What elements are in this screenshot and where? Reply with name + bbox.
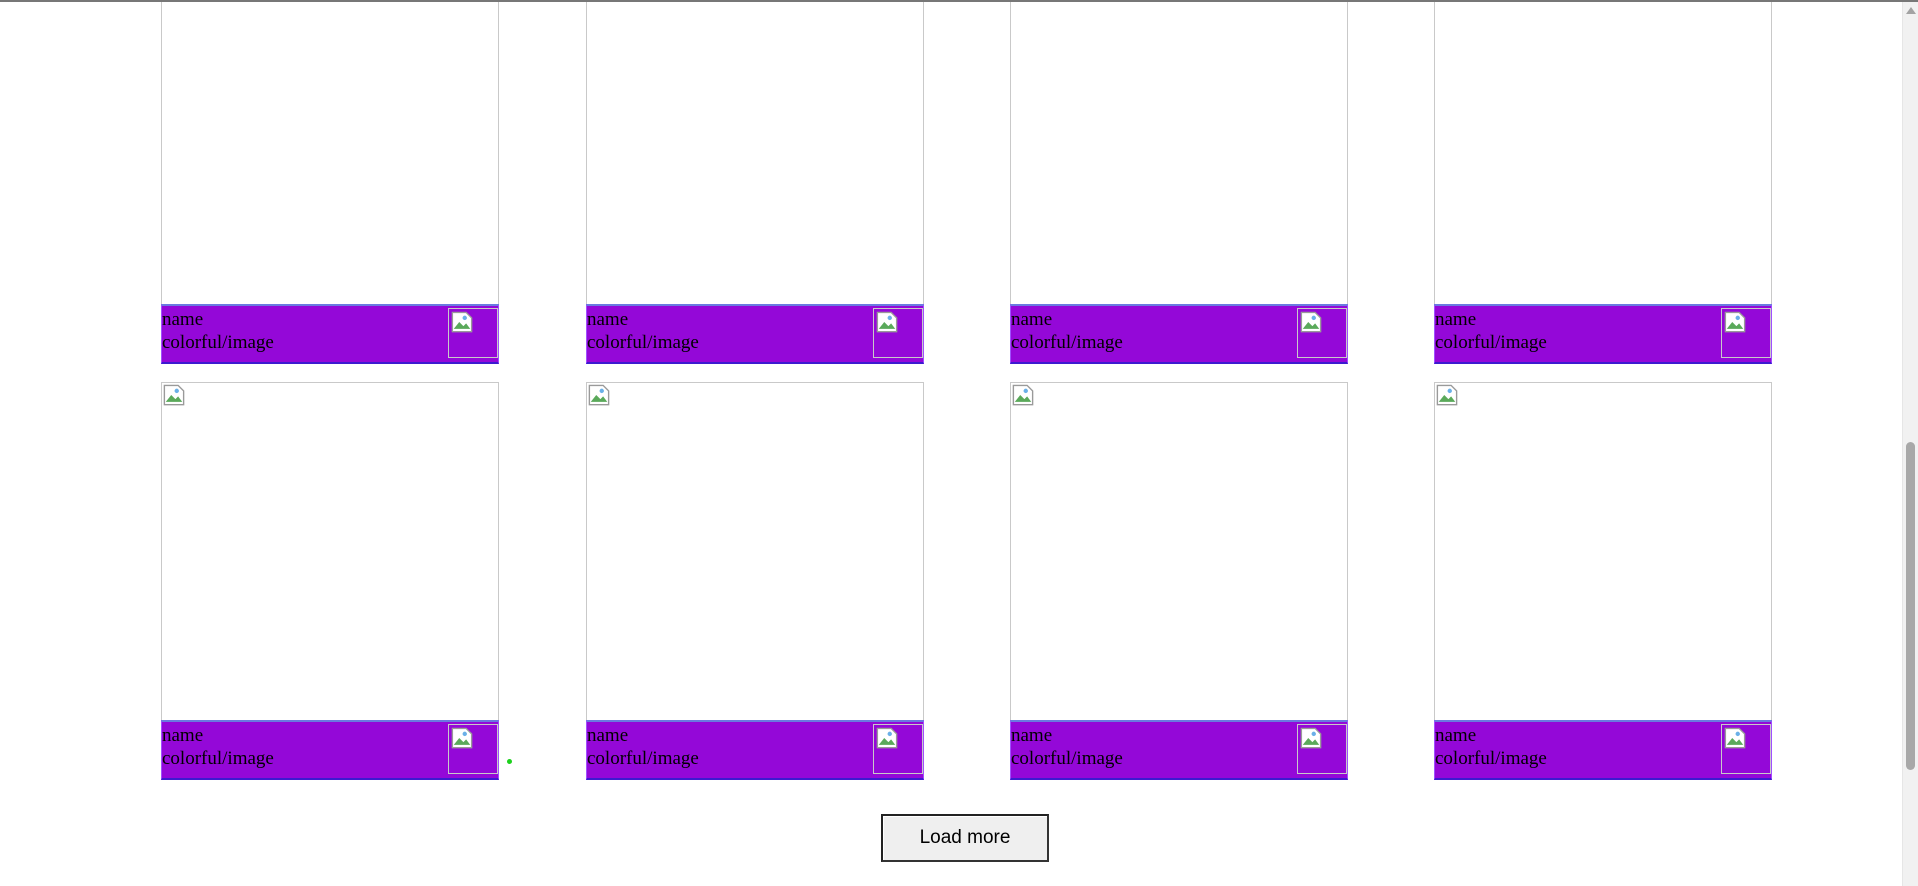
card-name: name <box>587 309 629 330</box>
card-image[interactable] <box>1434 382 1772 720</box>
card-image[interactable] <box>586 382 924 720</box>
card-footer: name colorful/image <box>161 304 499 364</box>
card-caption: name colorful/image <box>1435 724 1547 770</box>
scroll-up-arrow-icon[interactable] <box>1906 7 1916 14</box>
card-path: colorful/image <box>1435 332 1547 353</box>
card-thumbnail[interactable] <box>448 724 498 774</box>
card-thumbnail[interactable] <box>1297 308 1347 358</box>
card-caption: name colorful/image <box>162 308 274 354</box>
card-name: name <box>1435 309 1477 330</box>
card-image[interactable] <box>161 2 499 304</box>
card-thumbnail[interactable] <box>1721 724 1771 774</box>
card-path: colorful/image <box>587 748 699 769</box>
image-card[interactable]: name colorful/image <box>586 382 924 780</box>
card-name: name <box>162 309 204 330</box>
card-path: colorful/image <box>1011 332 1123 353</box>
card-caption: name colorful/image <box>1011 308 1123 354</box>
broken-image-icon <box>451 311 473 333</box>
gallery-row-1: name colorful/image name colorful/image <box>0 2 1902 384</box>
card-footer: name colorful/image <box>1010 304 1348 364</box>
broken-image-icon <box>1724 311 1746 333</box>
card-path: colorful/image <box>1435 748 1547 769</box>
broken-image-icon <box>876 311 898 333</box>
card-image[interactable] <box>1010 2 1348 304</box>
card-footer: name colorful/image <box>586 720 924 780</box>
card-image[interactable] <box>161 382 499 720</box>
image-card[interactable]: name colorful/image <box>1434 382 1772 780</box>
broken-image-icon <box>1012 384 1034 406</box>
card-image[interactable] <box>1010 382 1348 720</box>
card-caption: name colorful/image <box>587 724 699 770</box>
broken-image-icon <box>1300 311 1322 333</box>
image-card[interactable]: name colorful/image <box>161 382 499 780</box>
card-thumbnail[interactable] <box>873 308 923 358</box>
card-name: name <box>162 725 204 746</box>
card-name: name <box>1011 725 1053 746</box>
card-footer: name colorful/image <box>161 720 499 780</box>
image-card[interactable]: name colorful/image <box>1434 2 1772 364</box>
broken-image-icon <box>876 727 898 749</box>
broken-image-icon <box>1436 384 1458 406</box>
scrollbar-thumb[interactable] <box>1906 442 1915 770</box>
card-thumbnail[interactable] <box>448 308 498 358</box>
broken-image-icon <box>1300 727 1322 749</box>
card-image[interactable] <box>1434 2 1772 304</box>
status-indicator-dot <box>507 759 512 764</box>
broken-image-icon <box>588 384 610 406</box>
card-footer: name colorful/image <box>1010 720 1348 780</box>
image-card[interactable]: name colorful/image <box>1010 2 1348 364</box>
broken-image-icon <box>1724 727 1746 749</box>
image-card[interactable]: name colorful/image <box>161 2 499 364</box>
broken-image-icon <box>163 384 185 406</box>
gallery-row-2: name colorful/image name colorful/image <box>0 382 1902 800</box>
vertical-scrollbar[interactable] <box>1902 2 1918 886</box>
card-caption: name colorful/image <box>1435 308 1547 354</box>
card-thumbnail[interactable] <box>1297 724 1347 774</box>
card-footer: name colorful/image <box>1434 304 1772 364</box>
image-card[interactable]: name colorful/image <box>586 2 924 364</box>
image-card[interactable]: name colorful/image <box>1010 382 1348 780</box>
card-footer: name colorful/image <box>586 304 924 364</box>
card-thumbnail[interactable] <box>1721 308 1771 358</box>
broken-image-icon <box>451 727 473 749</box>
load-more-button[interactable]: Load more <box>881 814 1049 862</box>
card-caption: name colorful/image <box>162 724 274 770</box>
card-caption: name colorful/image <box>1011 724 1123 770</box>
page-viewport: name colorful/image name colorful/image <box>0 2 1902 886</box>
card-path: colorful/image <box>162 748 274 769</box>
card-footer: name colorful/image <box>1434 720 1772 780</box>
card-path: colorful/image <box>587 332 699 353</box>
card-caption: name colorful/image <box>587 308 699 354</box>
card-name: name <box>587 725 629 746</box>
card-image[interactable] <box>586 2 924 304</box>
card-name: name <box>1435 725 1477 746</box>
card-path: colorful/image <box>162 332 274 353</box>
card-path: colorful/image <box>1011 748 1123 769</box>
card-name: name <box>1011 309 1053 330</box>
card-thumbnail[interactable] <box>873 724 923 774</box>
